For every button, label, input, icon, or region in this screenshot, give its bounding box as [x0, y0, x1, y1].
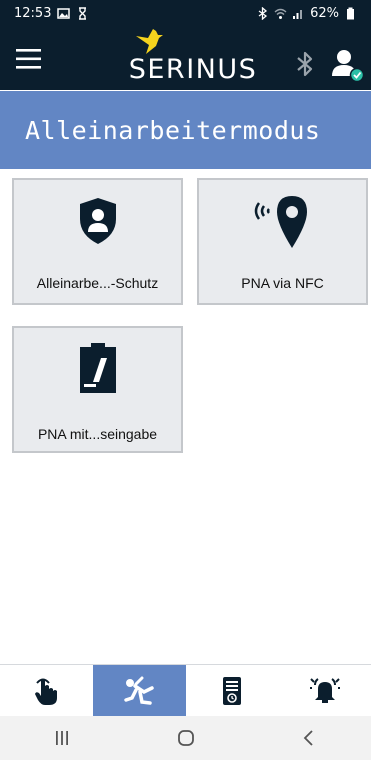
device-timer-icon [222, 676, 241, 705]
status-time: 12:53 [14, 5, 52, 21]
bluetooth-icon [297, 51, 313, 77]
tile-icon-wrap [199, 194, 366, 250]
tab-fall-detection[interactable] [92, 665, 186, 716]
user-button[interactable] [331, 48, 365, 83]
tab-alarm[interactable] [278, 665, 371, 716]
tab-touch[interactable] [0, 665, 93, 716]
hourglass-icon [79, 6, 87, 20]
status-right: 62% [256, 6, 357, 21]
clipboard-edit-icon [79, 343, 116, 393]
home-button[interactable] [124, 716, 248, 760]
status-left: 12:53 [14, 6, 89, 21]
android-nav-bar [0, 716, 371, 760]
bird-logo-icon [136, 29, 163, 54]
bottom-tab-bar [0, 664, 371, 716]
tile-lone-worker-protection[interactable]: Alleinarbe...-Schutz [12, 178, 183, 305]
image-icon [57, 7, 71, 19]
back-button[interactable] [247, 716, 371, 760]
brand-name: SERINUS [128, 54, 258, 85]
title-band: Alleinarbeitermodus [0, 91, 371, 169]
app-bar: SERINUS [0, 26, 371, 90]
page-title: Alleinarbeitermodus [25, 116, 321, 145]
nfc-location-icon [254, 196, 307, 248]
battery-icon [347, 7, 354, 19]
recents-icon [55, 731, 68, 745]
menu-icon [16, 49, 41, 69]
tile-label: PNA mit...seingabe [37, 426, 158, 442]
tile-pna-via-nfc[interactable]: PNA via NFC [197, 178, 368, 305]
back-icon [303, 730, 313, 746]
tab-device[interactable] [186, 665, 279, 716]
home-icon [177, 730, 194, 746]
menu-button[interactable] [14, 46, 44, 72]
battery-percent: 62% [310, 5, 339, 21]
alarm-bell-icon [309, 677, 340, 703]
tile-label: PNA via NFC [241, 275, 324, 291]
shield-user-icon [79, 198, 116, 244]
tile-icon-wrap [14, 197, 181, 245]
signal-icon [293, 9, 303, 19]
brand-logo: SERINUS [128, 26, 258, 90]
wifi-icon [274, 8, 287, 19]
falling-person-icon [124, 676, 154, 705]
tile-label: Alleinarbe...-Schutz [36, 275, 159, 291]
bluetooth-icon [258, 6, 268, 20]
bluetooth-button[interactable] [293, 50, 317, 78]
recents-button[interactable] [0, 716, 124, 760]
tile-pna-manual-input[interactable]: PNA mit...seingabe [12, 326, 183, 453]
status-bar: 12:53 62% [0, 0, 371, 26]
touch-hand-icon [35, 678, 58, 705]
user-verified-icon [332, 50, 365, 83]
tile-icon-wrap [14, 342, 181, 394]
